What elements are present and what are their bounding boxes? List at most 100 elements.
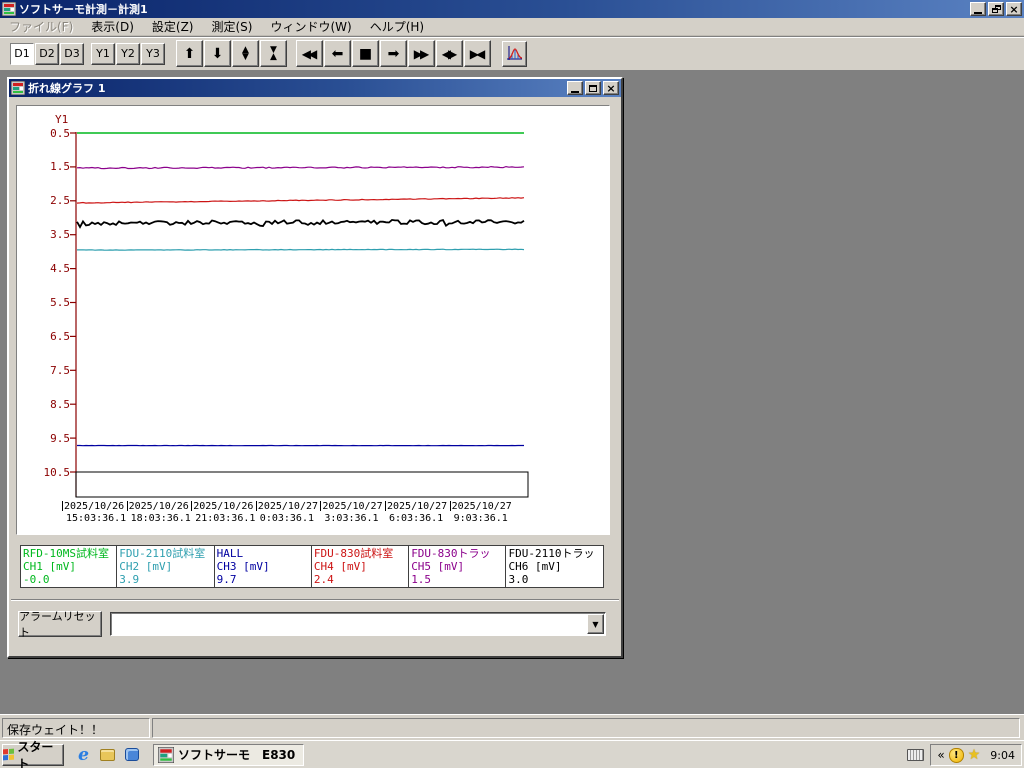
separator [11, 599, 619, 601]
menu-item-4[interactable]: 測定(S) [202, 17, 261, 36]
series-line-ch4 [77, 198, 524, 203]
step-left-button[interactable]: ⬅ [324, 40, 351, 67]
x-date-text: 2025/10/26 [64, 501, 124, 513]
alarm-combobox-value [111, 613, 586, 635]
restore-button[interactable] [988, 2, 1004, 16]
browser-window-icon[interactable] [122, 745, 141, 764]
y-tick-7.5: 7.5 [30, 365, 70, 376]
graph-icon [506, 45, 523, 62]
compress-vertical-button[interactable]: ▼ ▲ [260, 40, 287, 67]
show-desktop-icon[interactable] [98, 745, 117, 764]
channel-unit: CH5 [mV] [411, 560, 503, 573]
start-label: スタート [17, 738, 63, 768]
x-label-5: 2025/10/273:03:36.1 [320, 501, 386, 525]
graph-maximize-button[interactable] [585, 81, 601, 95]
toolbar-button-d1[interactable]: D1 [10, 43, 34, 65]
expand-vertical-button[interactable]: ▲ ▼ [232, 40, 259, 67]
combobox-dropdown-button[interactable]: ▼ [587, 614, 604, 634]
scroll-down-button[interactable]: ⬇ [204, 40, 231, 67]
menu-item-2[interactable]: 表示(D) [82, 17, 143, 36]
taskbar: スタート e ソフトサーモ E830 « ! ★ 9:04 [0, 740, 1024, 768]
mdi-area: 折れ線グラフ 1 × Y1 0.51.52.53.54.55.56.57.58.… [0, 71, 1024, 714]
x-label-date: 2025/10/27 [450, 501, 516, 513]
close-button[interactable]: × [1006, 2, 1022, 16]
channel-name: FDU-2110トラッ [508, 547, 600, 560]
toolbar-button-y2[interactable]: Y2 [116, 43, 140, 65]
x-tick-mark [385, 501, 386, 511]
main-titlebar: ソフトサーモ計測－計測1 × [0, 0, 1024, 18]
graph-settings-button[interactable] [502, 41, 527, 67]
windows-logo-icon [3, 749, 14, 761]
x-date-text: 2025/10/27 [322, 501, 382, 513]
legend-cell-ch5: FDU-830トラッCH5 [mV]1.5 [409, 545, 506, 588]
star-icon[interactable]: ★ [968, 747, 981, 763]
graph-close-button[interactable]: × [603, 81, 619, 95]
step-left-icon: ⬅ [332, 46, 344, 62]
graph-window: 折れ線グラフ 1 × Y1 0.51.52.53.54.55.56.57.58.… [7, 77, 623, 658]
x-date-text: 2025/10/27 [452, 501, 512, 513]
menu-item-3[interactable]: 設定(Z) [143, 17, 203, 36]
scroll-up-button[interactable]: ⬆ [176, 40, 203, 67]
keyboard-icon[interactable] [907, 749, 924, 761]
expand-horizontal-button[interactable]: ◀▶ [436, 40, 463, 67]
channel-name: HALL [217, 547, 309, 560]
alarm-combobox[interactable]: ▼ [110, 612, 606, 636]
legend-cell-ch3: HALLCH3 [mV]9.7 [215, 545, 312, 588]
step-right-button[interactable]: ➡ [380, 40, 407, 67]
plot-area: Y1 0.51.52.53.54.55.56.57.58.59.510.5202… [17, 106, 609, 534]
graph-window-title: 折れ線グラフ 1 [28, 80, 565, 96]
internet-explorer-icon[interactable]: e [74, 745, 93, 764]
channel-unit: CH1 [mV] [23, 560, 114, 573]
x-label-date: 2025/10/27 [256, 501, 322, 513]
menu-item-6[interactable]: ヘルプ(H) [361, 17, 433, 36]
series-line-ch2 [77, 249, 524, 250]
x-label-6: 2025/10/276:03:36.1 [385, 501, 451, 525]
digital-status-box [76, 472, 528, 497]
expand-horizontal-icon: ◀▶ [445, 47, 454, 61]
x-label-date: 2025/10/26 [191, 501, 257, 513]
security-shield-icon[interactable]: ! [949, 748, 964, 763]
x-tick-mark [256, 501, 257, 511]
y-tick-10.5: 10.5 [30, 467, 70, 478]
minimize-button[interactable] [970, 2, 986, 16]
y-tick-3.5: 3.5 [30, 229, 70, 240]
channel-value: -0.0 [23, 573, 114, 586]
x-time-text: 9:03:36.1 [450, 513, 516, 525]
tray-overflow-button[interactable]: « [937, 748, 944, 762]
graph-minimize-button[interactable] [567, 81, 583, 95]
channel-value: 3.9 [119, 573, 211, 586]
x-label-2: 2025/10/2618:03:36.1 [127, 501, 193, 525]
x-label-1: 2025/10/2615:03:36.1 [62, 501, 128, 525]
menu-item-5[interactable]: ウィンドウ(W) [261, 17, 360, 36]
x-date-text: 2025/10/27 [387, 501, 447, 513]
x-tick-mark [127, 501, 128, 511]
scroll-up-icon: ⬆ [184, 46, 196, 62]
alarm-reset-button[interactable]: アラームリセット [18, 611, 102, 637]
y-tick-9.5: 9.5 [30, 433, 70, 444]
toolbar-button-d3[interactable]: D3 [60, 43, 84, 65]
menubar: ファイル(F)表示(D)設定(Z)測定(S)ウィンドウ(W)ヘルプ(H) [0, 18, 1024, 36]
start-button[interactable]: スタート [2, 744, 64, 766]
plot-canvas [17, 106, 609, 534]
x-time-text: 6:03:36.1 [385, 513, 451, 525]
plot-panel: Y1 0.51.52.53.54.55.56.57.58.59.510.5202… [16, 105, 610, 535]
y-tick-8.5: 8.5 [30, 399, 70, 410]
taskbar-app-button[interactable]: ソフトサーモ E830 [153, 744, 304, 766]
channel-name: FDU-2110試料室 [119, 547, 211, 560]
step-right-icon: ➡ [388, 46, 400, 62]
toolbar-axis-group: Y1Y2Y3 [91, 43, 166, 65]
toolbar-button-d2[interactable]: D2 [35, 43, 59, 65]
fast-rewind-button[interactable]: ◀◀ [296, 40, 323, 67]
compress-horizontal-button[interactable]: ▶◀ [464, 40, 491, 67]
toolbar-button-y1[interactable]: Y1 [91, 43, 115, 65]
fast-forward-button[interactable]: ▶▶ [408, 40, 435, 67]
toolbar-button-y3[interactable]: Y3 [141, 43, 165, 65]
x-time-text: 0:03:36.1 [256, 513, 322, 525]
channel-unit: CH3 [mV] [217, 560, 309, 573]
taskbar-app-label: ソフトサーモ E830 [178, 746, 295, 763]
x-time-text: 18:03:36.1 [127, 513, 193, 525]
system-tray: « ! ★ 9:04 [907, 744, 1022, 766]
stop-button[interactable]: ■ [352, 40, 379, 67]
toolbar-nav-group: ⬆ ⬇▲ ▼▼ ▲ ◀◀ ⬅ ■ ➡ ▶▶ ◀▶ ▶◀ [176, 40, 492, 67]
statusbar: 保存ウェイト！！ [0, 714, 1024, 740]
